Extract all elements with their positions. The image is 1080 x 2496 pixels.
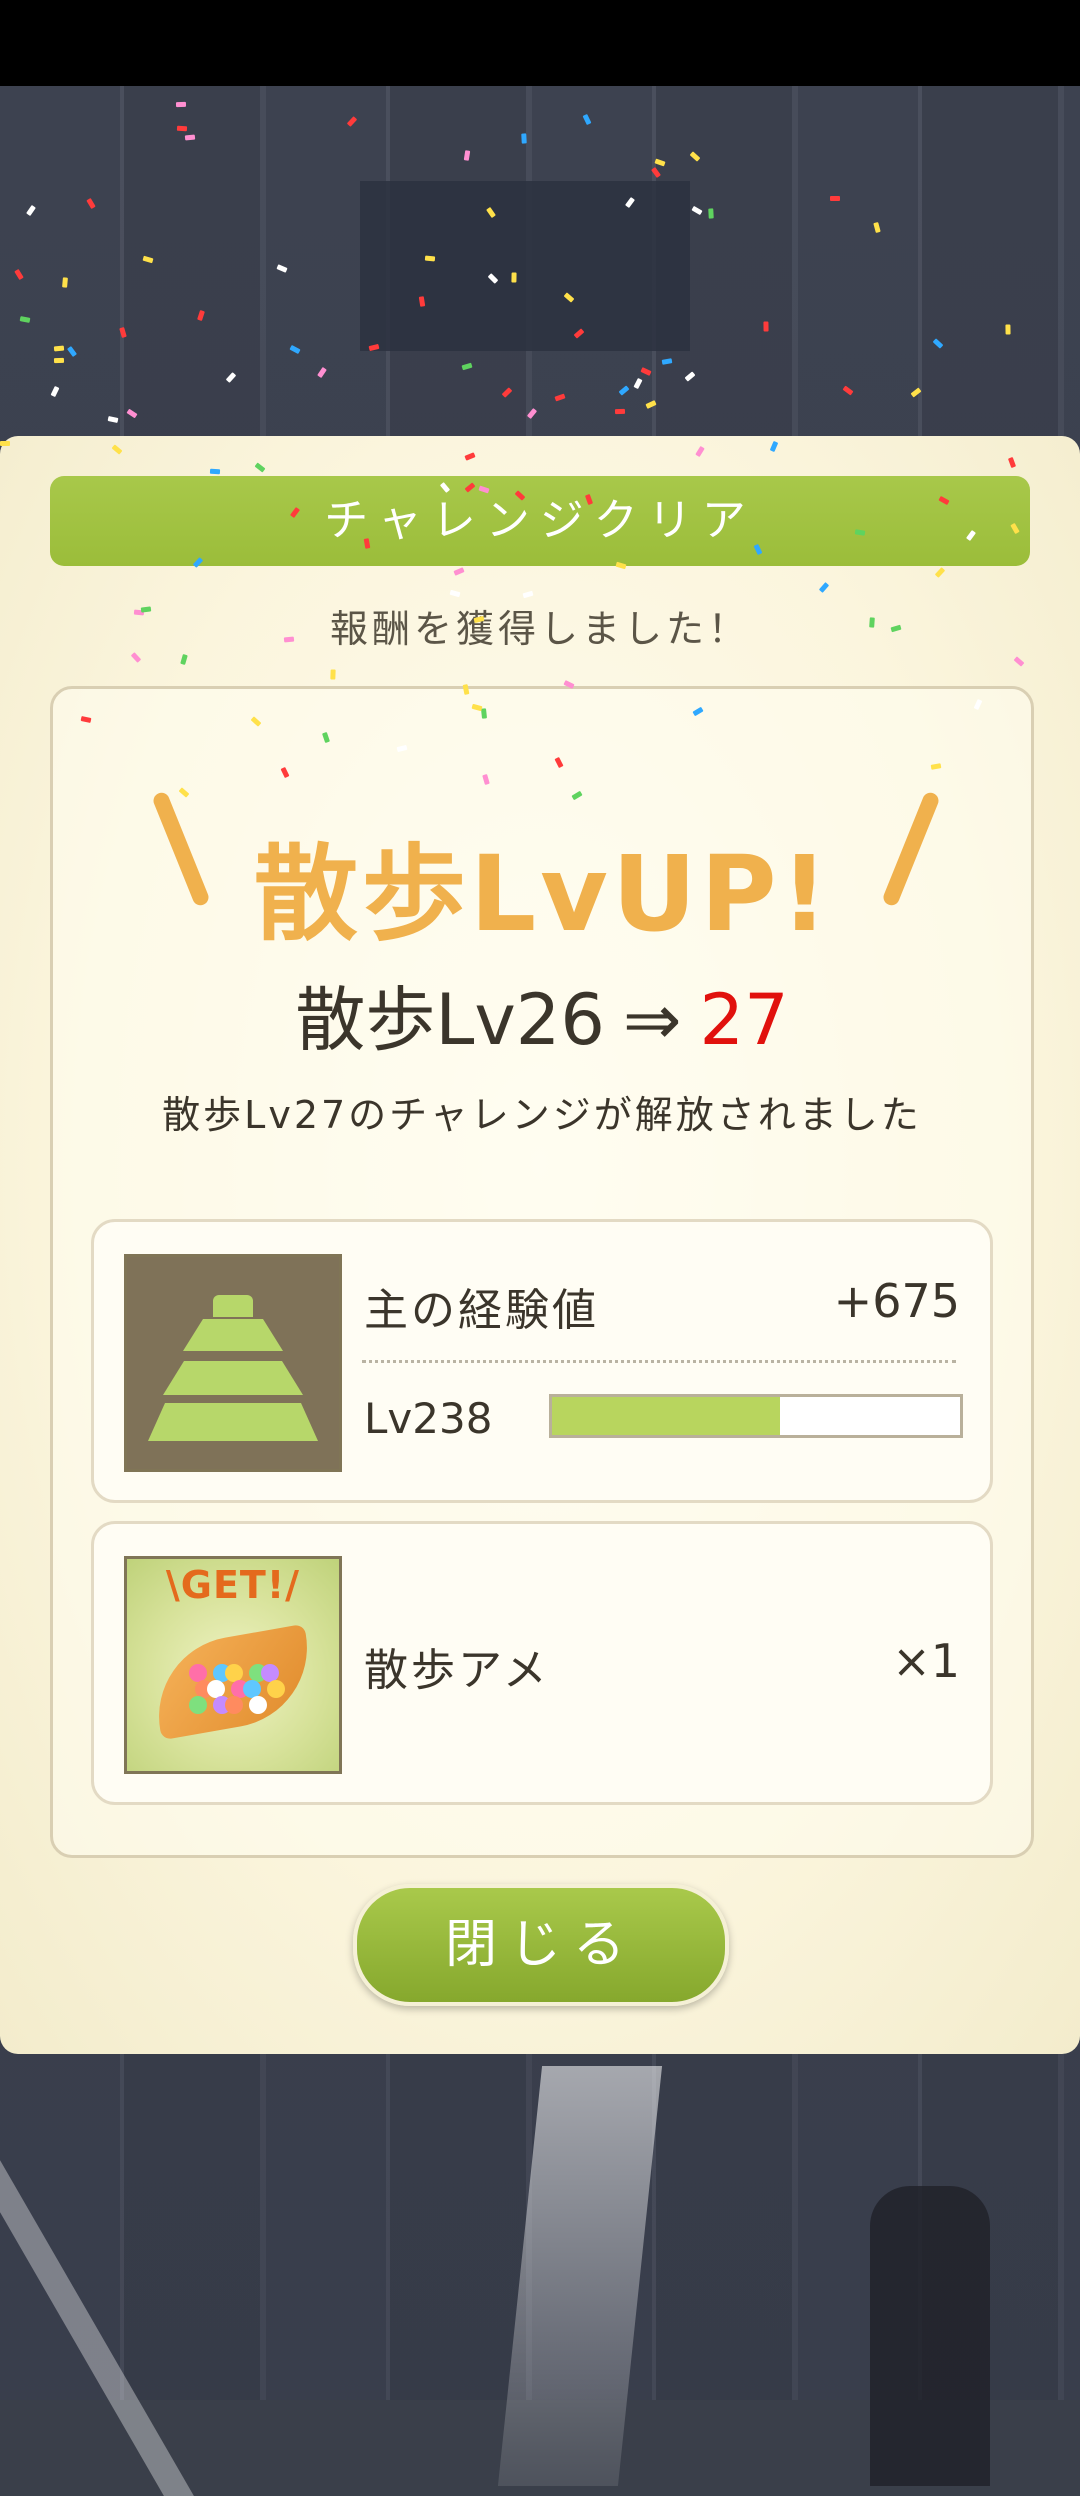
divider [362, 1360, 956, 1363]
background-character-silhouette [870, 2186, 990, 2486]
candy-bead [267, 1680, 285, 1698]
confetti-piece [614, 408, 626, 414]
status-bar [0, 0, 1080, 86]
player-level: Lv238 [364, 1394, 493, 1443]
candy-icon: \GET!/ [124, 1556, 342, 1774]
level-change: 散歩Lv26 ⇒ 27 [53, 964, 1031, 1065]
castle-icon [124, 1254, 342, 1472]
reward-item-candy: \GET!/ 散歩アメ ×1 [91, 1521, 993, 1805]
reward-obtained-text: 報酬を獲得しました！ [329, 607, 750, 651]
reward-name: 主の経験値 [364, 1285, 599, 1336]
reward-item-exp: 主の経験値 +675 Lv238 [91, 1219, 993, 1503]
confetti-piece [1005, 324, 1011, 335]
challenge-clear-banner: チャレンジクリア [50, 476, 1030, 566]
reward-amount: +675 [833, 1274, 960, 1328]
levelup-title-text: 散歩LvUP! [253, 833, 833, 955]
reward-dialog: チャレンジクリア 報酬を獲得しました！ 散歩LvUP! 散歩Lv26 ⇒ 27 散歩… [0, 436, 1080, 2054]
arrow-icon: ⇒ [622, 979, 682, 1061]
reward-card: 散歩LvUP! 散歩Lv26 ⇒ 27 散歩Lv27のチャレンジが解放されました 主… [50, 686, 1034, 1858]
confetti-piece [763, 321, 769, 332]
unlock-message: 散歩Lv27のチャレンジが解放されました [162, 1093, 922, 1137]
level-to: 27 [699, 979, 789, 1061]
confetti-piece [210, 469, 221, 475]
levelup-heading: 散歩LvUP! [53, 769, 1031, 955]
candy-bead [189, 1696, 207, 1714]
confetti-piece [481, 707, 488, 719]
exp-progress-fill [552, 1397, 781, 1435]
candy-bead [249, 1696, 267, 1714]
confetti-piece [283, 636, 295, 643]
confetti-piece [511, 272, 517, 283]
confetti-piece [330, 669, 336, 680]
background-window [360, 181, 690, 351]
confetti-piece [520, 133, 527, 145]
reward-name: 散歩アメ [364, 1645, 550, 1696]
confetti-piece [707, 207, 714, 219]
confetti-piece [54, 358, 65, 364]
close-button[interactable]: 閉じる [353, 1884, 729, 2006]
confetti-piece [175, 101, 186, 108]
level-from: 散歩Lv26 [295, 979, 605, 1061]
reward-amount: ×1 [892, 1634, 960, 1688]
levelup-right-slash [881, 790, 941, 908]
confetti-piece [0, 441, 11, 447]
background-light-beam [0, 2136, 194, 2496]
confetti-piece [176, 125, 188, 132]
levelup-left-slash [151, 790, 211, 908]
confetti-piece [140, 606, 151, 613]
confetti-piece [61, 277, 68, 288]
confetti-piece [830, 195, 841, 201]
get-badge: \GET!/ [165, 1563, 301, 1607]
background-light-beam [497, 2066, 663, 2486]
candy-bead [225, 1696, 243, 1714]
exp-progress-bar [549, 1394, 963, 1438]
